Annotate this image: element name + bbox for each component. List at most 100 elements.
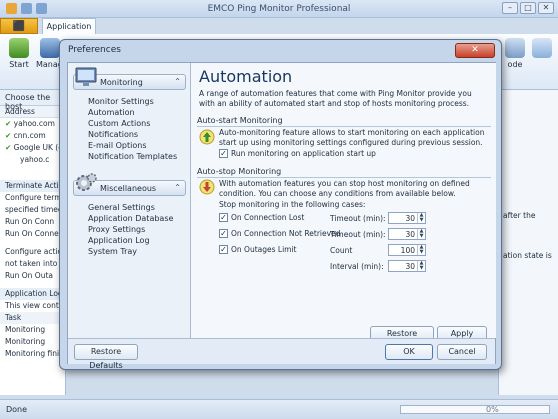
preferences-nav: Monitoring ⌃ Monitor Settings Automation…	[68, 63, 191, 338]
nav-general-settings[interactable]: General Settings	[88, 203, 155, 212]
nav-monitor-settings[interactable]: Monitor Settings	[88, 97, 154, 106]
tab-application[interactable]: Application	[42, 18, 96, 34]
terminate-text: Configure termi	[5, 193, 64, 202]
dialog-body: Monitoring ⌃ Monitor Settings Automation…	[67, 62, 496, 370]
stepper-value: 30	[405, 214, 415, 223]
terminate-action-header: Terminate Action	[0, 180, 65, 192]
interval-stepper[interactable]: 30 ▲ ▼	[388, 260, 426, 272]
run-on-startup-label: Run monitoring on application start up	[231, 149, 376, 158]
host-row[interactable]: ✔ Google UK (goo	[0, 142, 65, 154]
on-connection-not-retrieved-checkbox[interactable]: ✓ On Connection Not Retrieved	[219, 229, 340, 238]
checkbox-check-icon: ✓	[219, 149, 228, 158]
nav-application-database[interactable]: Application Database	[88, 214, 173, 223]
progress-percent: 0%	[486, 405, 499, 414]
outages-count-stepper[interactable]: 100 ▲ ▼	[388, 244, 426, 256]
nav-proxy-settings[interactable]: Proxy Settings	[88, 225, 145, 234]
host-pane-header: Choose the host	[0, 90, 65, 111]
ok-button[interactable]: OK	[385, 344, 433, 360]
host-list-pane: Choose the host Address ✔ yahoo.com ✔ cn…	[0, 90, 66, 395]
on-outages-limit-checkbox[interactable]: ✓ On Outages Limit	[219, 245, 297, 254]
stepper-value: 30	[405, 230, 415, 239]
nav-automation[interactable]: Automation	[88, 108, 135, 117]
help-button[interactable]	[530, 38, 554, 60]
collapse-chevron-icon[interactable]: ⌃	[174, 77, 181, 86]
nav-system-tray[interactable]: System Tray	[88, 247, 137, 256]
nav-notifications[interactable]: Notifications	[88, 130, 138, 139]
start-label: Start	[9, 60, 29, 69]
file-menu-button[interactable]: ⬛	[0, 18, 38, 34]
host-row[interactable]: yahoo.c	[0, 154, 65, 166]
status-text: Done	[6, 405, 28, 414]
task-column-header[interactable]: Task	[0, 312, 65, 324]
restore-defaults-button[interactable]: Restore Defaults	[74, 344, 138, 370]
page-description: A range of automation features that come…	[199, 89, 472, 108]
on-connection-lost-checkbox[interactable]: ✓ On Connection Lost	[219, 213, 304, 222]
spin-arrows-icon[interactable]: ▲ ▼	[417, 213, 425, 223]
mode-icon	[505, 38, 525, 58]
progress-bar	[400, 405, 550, 414]
stepper-value: 30	[405, 262, 415, 271]
address-column-header[interactable]: Address	[0, 106, 65, 118]
cancel-button[interactable]: Cancel	[437, 344, 487, 360]
miscellaneous-group-label: Miscellaneous	[100, 184, 157, 193]
on-connection-lost-label: On Connection Lost	[231, 213, 305, 222]
timeout-label: Timeout (min):	[330, 214, 386, 223]
minimize-icon[interactable]: –	[502, 2, 518, 14]
start-button[interactable]: Start	[2, 38, 36, 69]
not-retrieved-timeout-stepper[interactable]: 30 ▲ ▼	[388, 228, 426, 240]
up-arrow-icon	[199, 129, 215, 145]
host-row[interactable]: ✔ cnn.com	[0, 130, 65, 142]
run-on-startup-checkbox[interactable]: ✓ Run monitoring on application start up	[219, 149, 376, 158]
connection-lost-timeout-stepper[interactable]: 30 ▲ ▼	[388, 212, 426, 224]
log-row[interactable]: Monitoring	[0, 336, 65, 348]
on-connection-not-retrieved-label: On Connection Not Retrieved	[231, 229, 341, 238]
ribbon-right-button[interactable]: ode	[502, 38, 528, 69]
manage-activity-icon	[40, 38, 60, 58]
configure-text: not taken into a	[5, 259, 65, 268]
down-arrow-icon	[199, 179, 215, 195]
close-icon[interactable]: ✕	[455, 43, 495, 58]
monitoring-group-label: Monitoring	[100, 78, 143, 87]
checkbox-check-icon: ✓	[219, 229, 228, 238]
monitor-screen-icon	[74, 65, 98, 89]
auto-stop-heading: Auto-stop Monitoring	[197, 167, 491, 178]
log-row[interactable]: Monitoring	[0, 324, 65, 336]
log-row: Monitoring finishe	[5, 349, 65, 358]
maximize-icon[interactable]: □	[520, 2, 536, 14]
close-window-icon[interactable]: ✕	[538, 2, 554, 14]
gears-icon	[74, 171, 98, 195]
status-ok-icon: ✔	[5, 143, 14, 152]
right-detail-pane: after the ation state is	[498, 90, 558, 395]
start-icon	[9, 38, 29, 58]
checkbox-check-icon: ✓	[219, 245, 228, 254]
interval-label: Interval (min):	[330, 262, 384, 271]
run-on-outa-checkbox[interactable]: Run On Outa	[0, 270, 65, 282]
run-on-conn-checkbox[interactable]: Run On Conn	[0, 216, 65, 228]
spin-arrows-icon[interactable]: ▲ ▼	[417, 261, 425, 271]
host-row[interactable]: ✔ yahoo.com	[0, 118, 65, 130]
right-text: ation state is	[503, 251, 552, 260]
spin-arrows-icon[interactable]: ▲ ▼	[417, 245, 425, 255]
stop-conditions-prompt: Stop monitoring in the following cases:	[219, 200, 366, 209]
nav-email-options[interactable]: E-mail Options	[88, 141, 147, 150]
preferences-dialog: Preferences ✕ Monitoring ⌃ Monitor Setti…	[59, 39, 502, 370]
stepper-value: 100	[400, 246, 415, 255]
count-label: Count	[330, 246, 353, 255]
dialog-title: Preferences	[68, 45, 121, 55]
spin-arrows-icon[interactable]: ▲ ▼	[417, 229, 425, 239]
nav-custom-actions[interactable]: Custom Actions	[88, 119, 150, 128]
run-on-conne-checkbox[interactable]: Run On Conne	[0, 228, 65, 240]
nav-notification-templates[interactable]: Notification Templates	[88, 152, 177, 161]
page-title: Automation	[199, 67, 293, 86]
timeout-label: Timeout (min):	[330, 230, 386, 239]
log-description: This view conta	[5, 301, 64, 310]
nav-application-log[interactable]: Application Log	[88, 236, 150, 245]
auto-stop-text: With automation features you can stop ho…	[219, 179, 470, 198]
dialog-footer: Restore Defaults OK Cancel	[68, 338, 495, 370]
status-bar: Done 0%	[0, 399, 558, 419]
right-text: after the	[503, 211, 536, 220]
application-log-header: Application Log	[0, 288, 65, 300]
help-icon	[532, 38, 552, 58]
auto-start-text: Auto-monitoring feature allows to start …	[219, 128, 485, 147]
collapse-chevron-icon[interactable]: ⌃	[174, 183, 181, 192]
